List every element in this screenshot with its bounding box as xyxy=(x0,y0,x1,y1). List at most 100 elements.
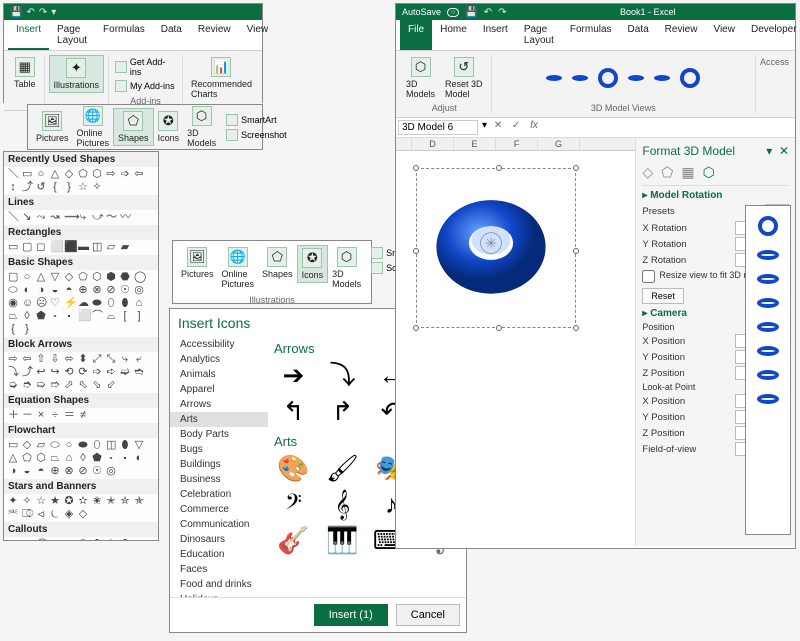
redo-icon[interactable]: ↷ xyxy=(498,7,506,18)
tab-formulas[interactable]: Formulas xyxy=(95,20,153,50)
cat-dinosaurs[interactable]: Dinosaurs xyxy=(170,532,268,547)
cat-arts[interactable]: Arts xyxy=(170,412,268,427)
cat-bugs[interactable]: Bugs xyxy=(170,442,268,457)
col-g[interactable]: G xyxy=(538,138,580,150)
treble-clef-icon[interactable]: 𝄞 xyxy=(323,491,362,517)
cat-arrows[interactable]: Arrows xyxy=(170,397,268,412)
preset-4[interactable] xyxy=(757,298,779,308)
cat-body[interactable]: Body Parts xyxy=(170,427,268,442)
basic-shapes[interactable]: ▢○△▽◇⬠⬡⬢⬣◯⬭◐◑◒◓⊕⊗⊘☉◎◉☺☹♡⚡☁⬬⬯⬮⌂⏢◊⬟⬞⬝⬜⌒⌓[]… xyxy=(4,270,158,337)
view-3[interactable] xyxy=(598,68,618,88)
tab-formulas[interactable]: Formulas xyxy=(562,20,620,50)
view-2[interactable] xyxy=(572,75,588,81)
arrow-curve-down-icon[interactable]: ⤵ xyxy=(323,362,362,388)
fill-icon[interactable]: ◇ xyxy=(642,164,653,181)
tab-view[interactable]: View xyxy=(705,20,743,50)
reset-button[interactable]: Reset xyxy=(642,288,684,304)
cat-analytics[interactable]: Analytics xyxy=(170,352,268,367)
icons-button-2[interactable]: ✪Icons xyxy=(297,245,329,283)
undo-icon[interactable]: ↶ xyxy=(484,7,492,18)
cat-accessibility[interactable]: Accessibility xyxy=(170,337,268,352)
tab-page-layout[interactable]: Page Layout xyxy=(516,20,562,50)
cat-commerce[interactable]: Commerce xyxy=(170,502,268,517)
arrows-shapes[interactable]: ⇨⇦⇧⇩⬄⬍⤢⤡⤷⤶⤵⤴↩↪⟲⟳➩➪➫➬➭➮➯➱⬀⬁⬂⬃ xyxy=(4,352,158,393)
tab-page-layout[interactable]: Page Layout xyxy=(49,20,95,50)
column-headers[interactable]: D E F G xyxy=(396,138,635,151)
my-addins[interactable]: My Add-ins xyxy=(113,79,178,93)
cat-celebration[interactable]: Celebration xyxy=(170,487,268,502)
size-icon[interactable]: ▦ xyxy=(681,164,694,181)
pictures-button[interactable]: 🖼Pictures xyxy=(32,109,73,145)
tab-review[interactable]: Review xyxy=(657,20,706,50)
arrow-turn-left-icon[interactable]: ↰ xyxy=(274,398,313,424)
selection-frame[interactable] xyxy=(416,168,576,328)
shapes-gallery[interactable]: Recently Used Shapes ＼▭○△◇⬠⬡⇨➩⇦↕⤴↺{}☆✧ L… xyxy=(3,151,159,541)
eq-shapes[interactable]: ＋－×÷＝≠ xyxy=(4,408,158,423)
view-6[interactable] xyxy=(680,68,700,88)
view-4[interactable] xyxy=(628,75,644,81)
worksheet-grid[interactable]: D E F G xyxy=(396,138,635,546)
preset-1[interactable] xyxy=(758,216,778,236)
dropdown-icon[interactable]: ▾ xyxy=(482,120,487,135)
qat-more-icon[interactable]: ▾ xyxy=(51,7,56,18)
redo-icon[interactable]: ↷ xyxy=(39,7,47,18)
view-1[interactable] xyxy=(546,75,562,81)
preset-8[interactable] xyxy=(757,394,779,404)
sect-rotation[interactable]: ▸ Model Rotation xyxy=(642,186,789,203)
arrow-turn-right-icon[interactable]: ↱ xyxy=(323,398,362,424)
tab-review[interactable]: Review xyxy=(190,20,239,50)
name-box[interactable] xyxy=(398,120,478,135)
preset-3[interactable] xyxy=(757,274,779,284)
tab-home[interactable]: Home xyxy=(432,20,475,50)
cat-animals[interactable]: Animals xyxy=(170,367,268,382)
cat-food[interactable]: Food and drinks xyxy=(170,577,268,592)
shapes-button-2[interactable]: ⬠Shapes xyxy=(258,245,297,281)
table-button[interactable]: ▦Table xyxy=(10,55,40,91)
3d-models-btn[interactable]: ⬡3D Models xyxy=(402,55,439,101)
view-gallery[interactable] xyxy=(538,55,708,101)
flow-shapes[interactable]: ▭◇▱⬭○⬬⬯◫⬮▽△⬠⬡⏢⌂◊⬟⬞⬝◐◑◒◓⊕⊗⊘☉◎ xyxy=(4,438,158,479)
rect-shapes[interactable]: ▭▢◻⬜⬛▬◫▱▰ xyxy=(4,240,158,255)
piano-icon[interactable]: 🎹 xyxy=(323,527,362,553)
presets-flyout[interactable] xyxy=(745,205,791,535)
cat-education[interactable]: Education xyxy=(170,547,268,562)
tab-developer[interactable]: Developer xyxy=(743,20,800,50)
easel-icon[interactable]: 🎨 xyxy=(274,455,313,481)
cat-buildings[interactable]: Buildings xyxy=(170,457,268,472)
callouts-shapes[interactable]: ▭⬭◯☁⬬⬯⬮◊⬟⬞⬝⬜ xyxy=(4,537,158,541)
cat-communication[interactable]: Communication xyxy=(170,517,268,532)
tab-data[interactable]: Data xyxy=(153,20,190,50)
bass-clef-icon[interactable]: 𝄢 xyxy=(274,491,313,517)
cat-faces[interactable]: Faces xyxy=(170,562,268,577)
preset-2[interactable] xyxy=(757,250,779,260)
preset-5[interactable] xyxy=(757,322,779,332)
tab-data[interactable]: Data xyxy=(620,20,657,50)
icons-button[interactable]: ✪Icons xyxy=(154,109,184,145)
get-addins[interactable]: Get Add-ins xyxy=(113,56,178,78)
screenshot-button[interactable]: Screenshot xyxy=(224,128,289,142)
tab-file[interactable]: File xyxy=(400,20,432,50)
3d-models-button[interactable]: ⬡3D Models xyxy=(183,104,220,150)
col-d[interactable]: D xyxy=(412,138,454,150)
pictures-button-2[interactable]: 🖼Pictures xyxy=(177,245,218,281)
select-all[interactable] xyxy=(396,138,412,150)
online-pictures-button[interactable]: 🌐Online Pictures xyxy=(73,104,114,150)
pane-dropdown-icon[interactable]: ▾ xyxy=(766,144,772,158)
guitar-icon[interactable]: 🎸 xyxy=(274,527,313,553)
tab-insert[interactable]: Insert xyxy=(8,20,49,50)
save-icon[interactable]: 💾 xyxy=(465,7,477,18)
col-f[interactable]: F xyxy=(496,138,538,150)
undo-icon[interactable]: ↶ xyxy=(26,7,34,18)
stars-shapes[interactable]: ✦✧☆★✪✫✬✭✮✯⎃⎄⏿⏾◈◇ xyxy=(4,494,158,522)
recent-shapes[interactable]: ＼▭○△◇⬠⬡⇨➩⇦↕⤴↺{}☆✧ xyxy=(4,167,158,195)
tab-view[interactable]: View xyxy=(239,20,277,50)
resize-checkbox[interactable] xyxy=(642,270,655,283)
smartart-button[interactable]: SmartArt xyxy=(224,113,289,127)
pane-category-icons[interactable]: ◇ ⬠ ▦ ⬡ xyxy=(642,164,789,186)
insert-button[interactable]: Insert (1) xyxy=(314,604,388,626)
preset-6[interactable] xyxy=(757,346,779,356)
cancel-formula-icon[interactable]: ✕ xyxy=(491,120,505,135)
brush-icon[interactable]: 🖌 xyxy=(323,455,362,481)
close-icon[interactable]: ✕ xyxy=(779,144,789,158)
arrow-right-icon[interactable]: ➔ xyxy=(274,362,313,388)
